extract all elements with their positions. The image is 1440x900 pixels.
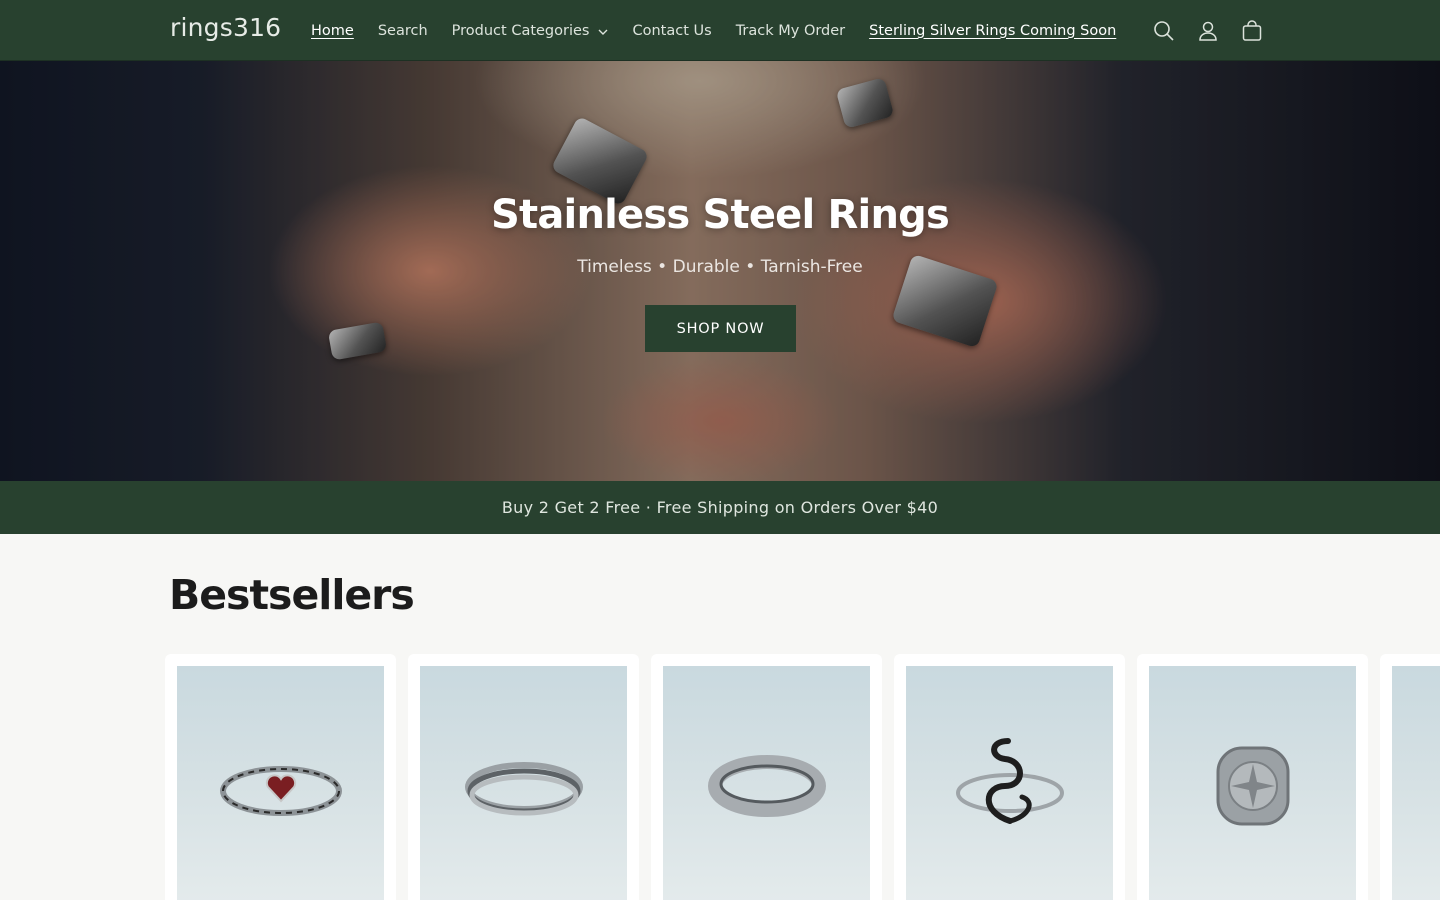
bestsellers-title: Bestsellers [169, 571, 415, 619]
product-card[interactable] [651, 654, 882, 900]
hero-title: Stainless Steel Rings [491, 192, 950, 238]
product-card[interactable] [165, 654, 396, 900]
partial-ring-image [1392, 666, 1440, 900]
announcement-text: Buy 2 Get 2 Free · Free Shipping on Orde… [501, 498, 939, 517]
nav-search[interactable]: Search [366, 23, 440, 39]
shop-now-button[interactable]: SHOP NOW [645, 305, 796, 352]
product-card[interactable] [894, 654, 1125, 900]
nav-contact-us[interactable]: Contact Us [620, 23, 723, 39]
nav-search-label: Search [377, 22, 428, 39]
nav-home-label: Home [311, 22, 354, 39]
product-card[interactable] [1380, 654, 1440, 900]
nav-home[interactable]: Home [299, 23, 366, 39]
search-icon[interactable] [1142, 9, 1186, 53]
announcement-bar: Buy 2 Get 2 Free · Free Shipping on Orde… [0, 481, 1440, 534]
interlocked-band-ring-image [420, 666, 627, 900]
product-card[interactable] [1137, 654, 1368, 900]
compass-signet-ring-image [1149, 666, 1356, 900]
account-icon[interactable] [1186, 9, 1230, 53]
heart-gem-ring-image [177, 666, 384, 900]
swirl-ring-image [906, 666, 1113, 900]
hero-subtitle: Timeless • Durable • Tarnish-Free [577, 257, 863, 277]
main-nav: Home Search Product Categories Contact U… [299, 0, 1128, 61]
nav-track-my-order-label: Track My Order [735, 22, 846, 39]
plain-band-ring-image [663, 666, 870, 900]
hero-banner: Stainless Steel Rings Timeless • Durable… [0, 61, 1440, 481]
nav-product-categories-label: Product Categories [451, 22, 590, 39]
chevron-down-icon [598, 23, 608, 39]
nav-product-categories[interactable]: Product Categories [440, 23, 621, 39]
nav-contact-us-label: Contact Us [632, 22, 712, 39]
nav-sterling-silver[interactable]: Sterling Silver Rings Coming Soon [857, 23, 1128, 39]
site-header: rings316 Home Search Product Categories … [0, 0, 1440, 61]
site-logo[interactable]: rings316 [170, 13, 281, 42]
product-card[interactable] [408, 654, 639, 900]
nav-track-my-order[interactable]: Track My Order [724, 23, 857, 39]
nav-sterling-silver-label: Sterling Silver Rings Coming Soon [869, 22, 1117, 39]
product-carousel [0, 654, 1440, 900]
header-icons [1142, 0, 1274, 61]
cart-icon[interactable] [1230, 9, 1274, 53]
